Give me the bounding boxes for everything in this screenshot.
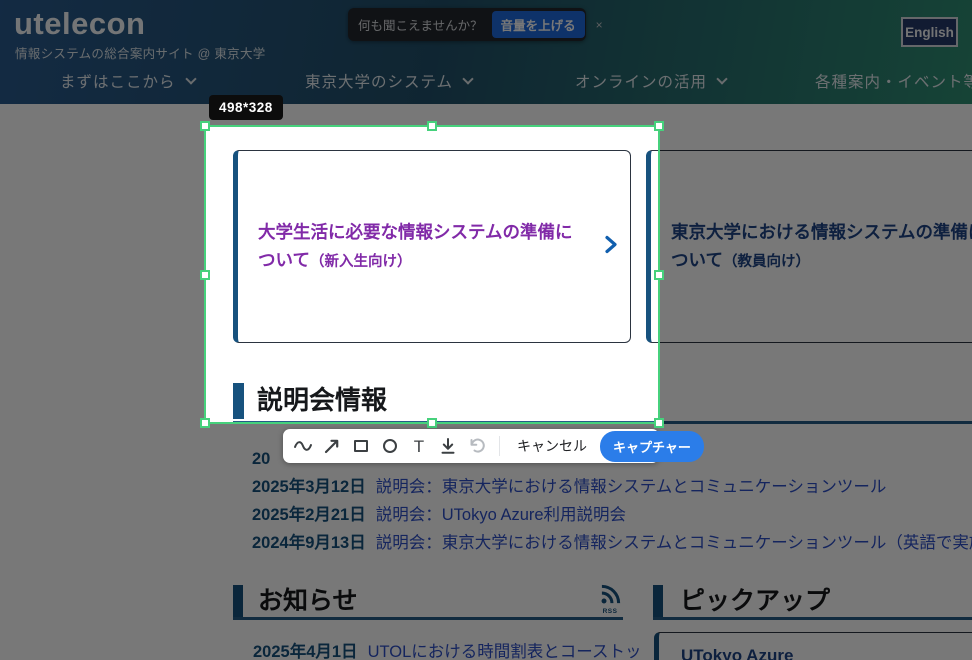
resize-handle-top-left[interactable] [200,121,210,131]
chevron-down-icon [185,73,196,84]
cancel-button[interactable]: キャンセル [517,436,587,456]
ellipse-icon[interactable] [379,435,401,457]
close-icon[interactable]: × [596,18,603,32]
card-link-faculty[interactable]: 東京大学における情報システムの準備について（教員向け） [646,150,972,343]
nav-item-online-usage[interactable]: オンラインの活用 [575,70,726,92]
nav-item-guides-events[interactable]: 各種案内・イベント等 [815,70,972,92]
rss-label: RSS [597,608,623,615]
pickup-card-title: UTokyo Azure [681,646,972,660]
page: utelecon 情報システムの総合案内サイト @ 東京大学 English ま… [0,0,972,660]
section-underline [233,617,623,620]
capture-toolbar: T キャンセル キャプチャー [283,429,659,463]
section-accent-bar [653,585,663,618]
resize-handle-top-middle[interactable] [427,121,437,131]
nav-item-label: 東京大学のシステム [305,70,453,92]
resize-handle-bottom-left[interactable] [200,418,210,428]
text-icon[interactable]: T [408,435,430,457]
news-list-item: 2025年4月1日UTOLにおける時間割表とコーストッ [253,638,641,660]
language-english-button[interactable]: English [901,17,958,47]
download-icon[interactable] [437,435,459,457]
rectangle-icon[interactable] [350,435,372,457]
card-title: 東京大学における情報システムの準備について（教員向け） [651,219,972,273]
site-tagline: 情報システムの総合案内サイト @ 東京大学 [15,43,266,62]
capture-button[interactable]: キャプチャー [600,431,704,462]
freehand-icon[interactable] [292,435,314,457]
toast-message: 何も聞こえませんか？ [358,15,483,34]
news-section-heading: お知らせ [258,581,358,617]
site-logo[interactable]: utelecon [14,6,145,42]
resize-handle-bottom-middle[interactable] [427,418,437,428]
resize-handle-middle-right[interactable] [654,270,664,280]
nav-item-label: オンラインの活用 [575,70,707,92]
list-item: 2024年9月13日説明会：東京大学における情報システムとコミュニケーションツー… [252,529,972,557]
capture-selection-region[interactable] [204,125,660,424]
sound-toast: 何も聞こえませんか？ 音量を上げる × [348,8,586,41]
nav-item-start-here[interactable]: まずはここから [60,70,195,92]
arrow-icon[interactable] [321,435,343,457]
section-underline [653,617,972,620]
nav-item-label: まずはここから [60,70,176,92]
chevron-down-icon [462,73,473,84]
selection-size-label: 498*328 [209,95,283,120]
list-item: 2025年2月21日説明会：UTokyo Azure利用説明会 [252,501,972,529]
nav-item-utokyo-systems[interactable]: 東京大学のシステム [305,70,472,92]
toolbar-divider [499,436,500,456]
undo-icon[interactable] [466,435,488,457]
pickup-card-utokyo-azure[interactable]: UTokyo Azure [654,632,972,660]
resize-handle-top-right[interactable] [654,121,664,131]
rss-icon[interactable]: RSS [597,584,623,615]
raise-volume-button[interactable]: 音量を上げる [492,11,585,38]
pickup-section-heading: ピックアップ [680,581,830,617]
chevron-down-icon [716,73,727,84]
list-item: 2025年3月12日説明会：東京大学における情報システムとコミュニケーションツー… [252,473,972,501]
nav-item-label: 各種案内・イベント等 [815,70,972,92]
section-accent-bar [233,585,243,618]
resize-handle-bottom-right[interactable] [654,418,664,428]
resize-handle-middle-left[interactable] [200,270,210,280]
